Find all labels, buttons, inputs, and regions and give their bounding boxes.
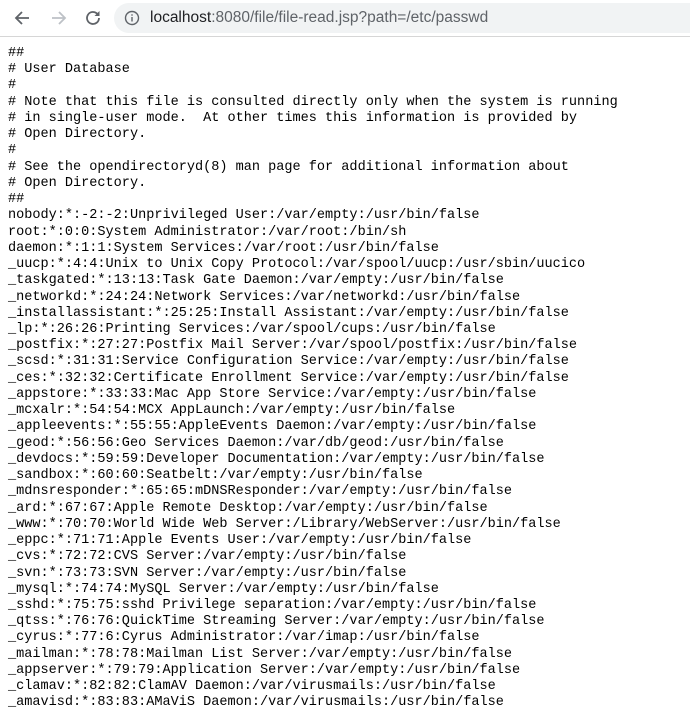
file-content: ## # User Database # # Note that this fi… xyxy=(8,46,618,712)
file-line: # Open Directory. xyxy=(8,175,147,191)
file-line: _networkd:*:24:24:Network Services:/var/… xyxy=(8,289,521,305)
file-line: # User Database xyxy=(8,62,130,78)
file-line: _mcxalr:*:54:54:MCX AppLaunch:/var/empty… xyxy=(8,403,456,419)
file-line: # xyxy=(8,78,17,94)
file-line: _mailman:*:78:78:Mailman List Server:/va… xyxy=(8,646,513,662)
file-line: nobody:*:-2:-2:Unprivileged User:/var/em… xyxy=(8,208,480,224)
arrow-left-icon xyxy=(14,11,29,25)
reload-button[interactable] xyxy=(81,6,105,30)
address-bar[interactable]: localhost:8080/file/file-read.jsp?path=/… xyxy=(114,3,690,33)
arrow-right-icon xyxy=(52,11,67,25)
file-line: _taskgated:*:13:13:Task Gate Daemon:/var… xyxy=(8,273,504,289)
info-circle-icon[interactable] xyxy=(124,10,140,26)
file-line: daemon:*:1:1:System Services:/var/root:/… xyxy=(8,240,439,256)
browser-toolbar: localhost:8080/file/file-read.jsp?path=/… xyxy=(0,0,690,37)
file-line: # xyxy=(8,143,17,159)
file-line: root:*:0:0:System Administrator:/var/roo… xyxy=(8,224,407,240)
file-line: _eppc:*:71:71:Apple Events User:/var/emp… xyxy=(8,533,472,549)
file-line: # Open Directory. xyxy=(8,127,147,143)
url-text[interactable]: localhost:8080/file/file-read.jsp?path=/… xyxy=(150,9,488,27)
file-line: # Note that this file is consulted direc… xyxy=(8,94,618,110)
file-line: _ard:*:67:67:Apple Remote Desktop:/var/e… xyxy=(8,500,488,516)
url-path: :8080/file/file-read.jsp?path=/etc/passw… xyxy=(211,9,489,26)
file-line: _postfix:*:27:27:Postfix Mail Server:/va… xyxy=(8,338,578,354)
file-line: _appstore:*:33:33:Mac App Store Service:… xyxy=(8,386,537,402)
file-line: _lp:*:26:26:Printing Services:/var/spool… xyxy=(8,321,496,337)
file-line: _sandbox:*:60:60:Seatbelt:/var/empty:/us… xyxy=(8,468,423,484)
file-line: _www:*:70:70:World Wide Web Server:/Libr… xyxy=(8,516,561,532)
file-line: _devdocs:*:59:59:Developer Documentation… xyxy=(8,451,545,467)
file-line: _sshd:*:75:75:sshd Privilege separation:… xyxy=(8,597,537,613)
file-line: _scsd:*:31:31:Service Configuration Serv… xyxy=(8,354,569,370)
url-host: localhost xyxy=(150,9,212,26)
file-line: _cyrus:*:77:6:Cyrus Administrator:/var/i… xyxy=(8,630,480,646)
file-line: _ces:*:32:32:Certificate Enrollment Serv… xyxy=(8,370,569,386)
file-line: _installassistant:*:25:25:Install Assist… xyxy=(8,305,569,321)
file-line: _svn:*:73:73:SVN Server:/var/empty:/usr/… xyxy=(8,565,407,581)
file-line: _clamav:*:82:82:ClamAV Daemon:/var/virus… xyxy=(8,679,496,695)
file-line: _mysql:*:74:74:MySQL Server:/var/empty:/… xyxy=(8,581,439,597)
file-line: # in single-user mode. At other times th… xyxy=(8,110,578,126)
file-line: _amavisd:*:83:83:AMaViS Daemon:/var/viru… xyxy=(8,695,504,711)
file-line: ## xyxy=(8,192,25,208)
file-line: _qtss:*:76:76:QuickTime Streaming Server… xyxy=(8,614,545,630)
reload-icon xyxy=(86,11,100,25)
file-line: _cvs:*:72:72:CVS Server:/var/empty:/usr/… xyxy=(8,549,407,565)
file-line: _uucp:*:4:4:Unix to Unix Copy Protocol:/… xyxy=(8,257,586,273)
file-line: ## xyxy=(8,46,25,61)
file-line: _geod:*:56:56:Geo Services Daemon:/var/d… xyxy=(8,435,504,451)
back-button[interactable] xyxy=(10,6,34,30)
file-line: _appserver:*:79:79:Application Server:/v… xyxy=(8,662,521,678)
file-line: _appleevents:*:55:55:AppleEvents Daemon:… xyxy=(8,419,537,435)
forward-button[interactable] xyxy=(47,6,71,30)
file-line: # See the opendirectoryd(8) man page for… xyxy=(8,159,569,175)
file-line: _mdnsresponder:*:65:65:mDNSResponder:/va… xyxy=(8,484,513,500)
